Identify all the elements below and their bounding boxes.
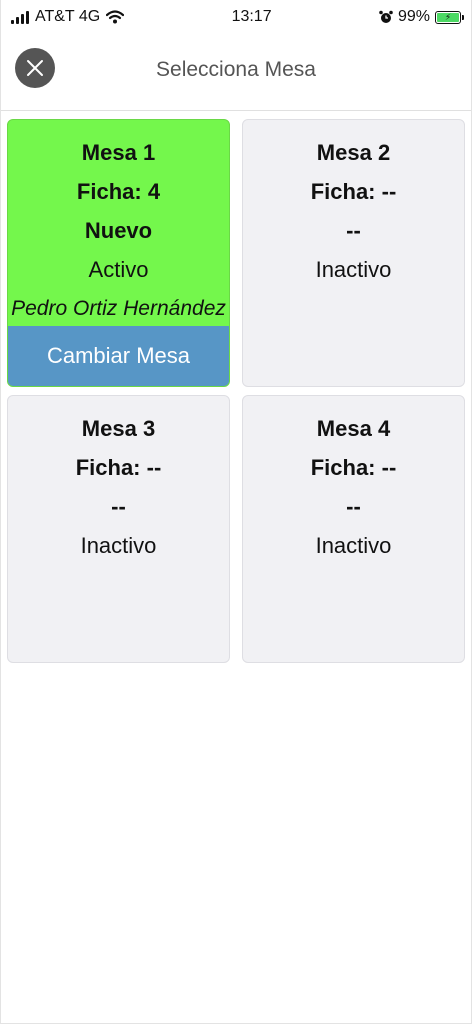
status-left: AT&T 4G <box>11 8 125 26</box>
table-card-mesa-3[interactable]: Mesa 3 Ficha: -- -- Inactivo <box>7 395 230 663</box>
change-table-button[interactable]: Cambiar Mesa <box>8 326 229 386</box>
table-state: Nuevo <box>84 218 153 243</box>
table-status: Inactivo <box>315 257 392 282</box>
table-state: -- <box>111 494 126 519</box>
tables-grid: Mesa 1 Ficha: 4 Nuevo Activo Pedro Ortiz… <box>7 119 465 663</box>
table-ficha: Ficha: -- <box>310 179 397 204</box>
table-card-mesa-4[interactable]: Mesa 4 Ficha: -- -- Inactivo <box>242 395 465 663</box>
page-title: Selecciona Mesa <box>156 58 316 81</box>
table-name: Mesa 2 <box>316 140 391 165</box>
clock: 13:17 <box>231 8 272 25</box>
status-bar: AT&T 4G 13:17 99% ⚡ <box>1 0 471 34</box>
table-ficha: Ficha: 4 <box>76 179 161 204</box>
table-ficha: Ficha: -- <box>75 455 162 480</box>
status-right: 99% ⚡ <box>379 8 464 26</box>
table-status: Inactivo <box>80 533 157 558</box>
table-customer: Pedro Ortiz Hernández <box>11 297 226 320</box>
table-status: Activo <box>88 257 149 282</box>
table-state: -- <box>346 494 361 519</box>
table-name: Mesa 4 <box>316 416 391 441</box>
table-card-mesa-1[interactable]: Mesa 1 Ficha: 4 Nuevo Activo Pedro Ortiz… <box>7 119 230 387</box>
alarm-icon <box>379 10 393 23</box>
signal-icon <box>11 10 29 24</box>
table-state: -- <box>346 218 361 243</box>
carrier-label: AT&T 4G <box>35 8 101 25</box>
header: Selecciona Mesa <box>1 40 471 111</box>
battery-percent: 99% <box>397 8 430 25</box>
table-ficha: Ficha: -- <box>310 455 397 480</box>
table-card-mesa-2[interactable]: Mesa 2 Ficha: -- -- Inactivo <box>242 119 465 387</box>
table-status: Inactivo <box>315 533 392 558</box>
table-name: Mesa 3 <box>81 416 156 441</box>
screen: AT&T 4G 13:17 99% ⚡ Selecciona Mesa Mesa… <box>0 0 472 1024</box>
battery-icon: ⚡ <box>435 10 464 24</box>
wifi-icon <box>106 10 125 24</box>
table-name: Mesa 1 <box>81 140 156 165</box>
